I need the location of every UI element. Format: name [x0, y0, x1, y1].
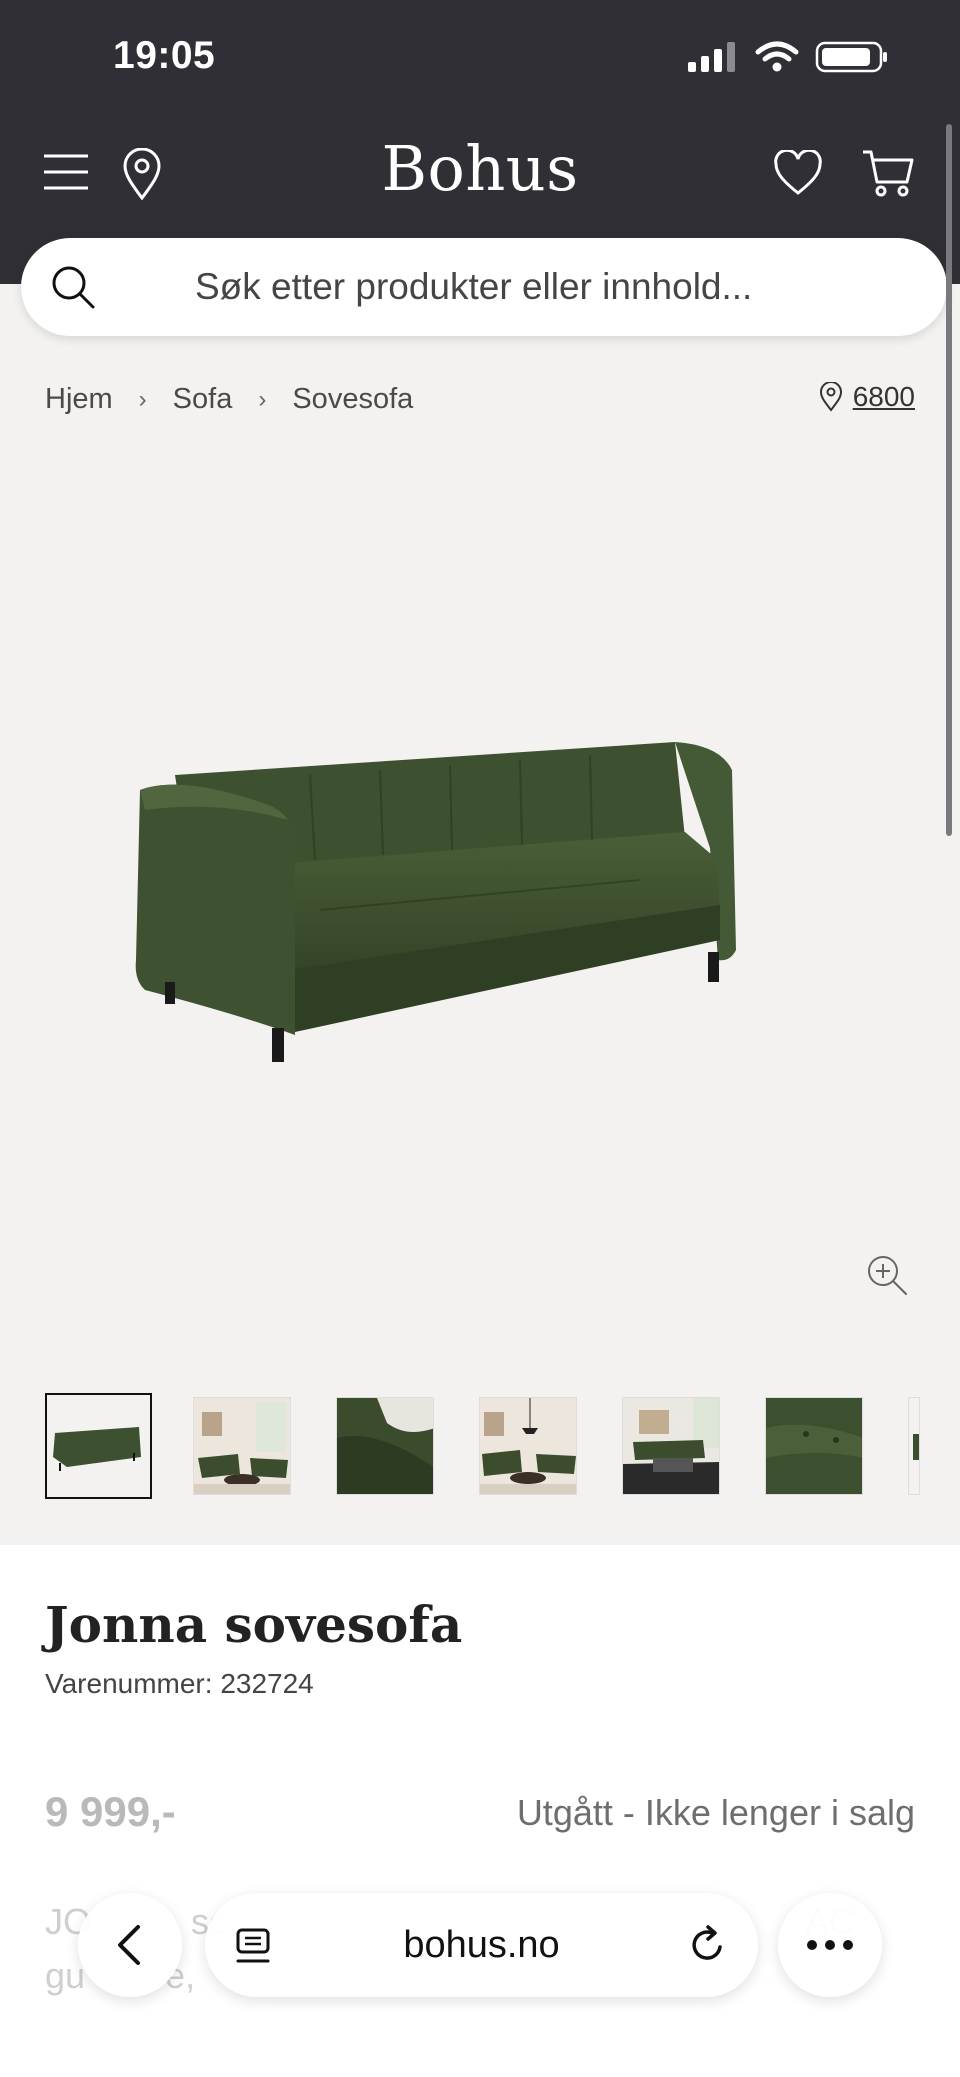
thumbnail-3[interactable] [336, 1397, 434, 1495]
breadcrumb: Hjem › Sofa › Sovesofa [45, 383, 413, 416]
search-input[interactable]: Søk etter produkter eller innhold... [195, 238, 752, 336]
thumbnail-1[interactable] [45, 1393, 152, 1499]
heart-icon[interactable] [773, 150, 823, 196]
browser-toolbar: bohus.no [0, 1890, 960, 2000]
more-button[interactable] [778, 1893, 882, 1997]
cart-icon[interactable] [861, 148, 915, 198]
availability-status: Utgått - Ikke lenger i salg [516, 1792, 915, 1833]
chevron-right-icon: › [138, 385, 147, 413]
more-icon [807, 1940, 853, 1950]
product-price: 9 999,- [45, 1788, 176, 1835]
thumbnail-2[interactable] [193, 1397, 291, 1495]
status-icons [688, 41, 887, 73]
store-selector[interactable]: 6800 [819, 381, 915, 413]
signal-icon [688, 42, 735, 72]
reload-icon[interactable] [688, 1925, 728, 1965]
breadcrumb-home[interactable]: Hjem [45, 383, 113, 416]
thumbnail-7[interactable] [908, 1397, 920, 1495]
status-time: 19:05 [113, 34, 216, 77]
breadcrumb-sofa[interactable]: Sofa [173, 383, 233, 416]
product-title: Jonna sovesofa [45, 1595, 463, 1654]
breadcrumb-sovesofa[interactable]: Sovesofa [292, 383, 413, 416]
scrollbar[interactable] [946, 124, 952, 836]
thumbnail-5[interactable] [622, 1397, 720, 1495]
back-icon [118, 1925, 140, 1965]
zoom-in-icon[interactable] [865, 1253, 909, 1297]
search-icon [52, 266, 95, 309]
thumbnail-4[interactable] [479, 1397, 577, 1495]
thumbnail-6[interactable] [765, 1397, 863, 1495]
url-text[interactable]: bohus.no [205, 1893, 758, 1997]
address-bar[interactable]: bohus.no [205, 1893, 758, 1997]
wifi-icon [755, 41, 799, 72]
location-pin-icon [819, 382, 842, 412]
store-code[interactable]: 6800 [853, 381, 915, 413]
chevron-right-icon: › [258, 385, 267, 413]
search-bar[interactable]: Søk etter produkter eller innhold... [21, 238, 947, 336]
battery-icon [815, 41, 887, 73]
back-button[interactable] [78, 1893, 182, 1997]
product-main-image[interactable] [120, 720, 840, 1080]
product-sku: Varenummer: 232724 [45, 1668, 314, 1699]
